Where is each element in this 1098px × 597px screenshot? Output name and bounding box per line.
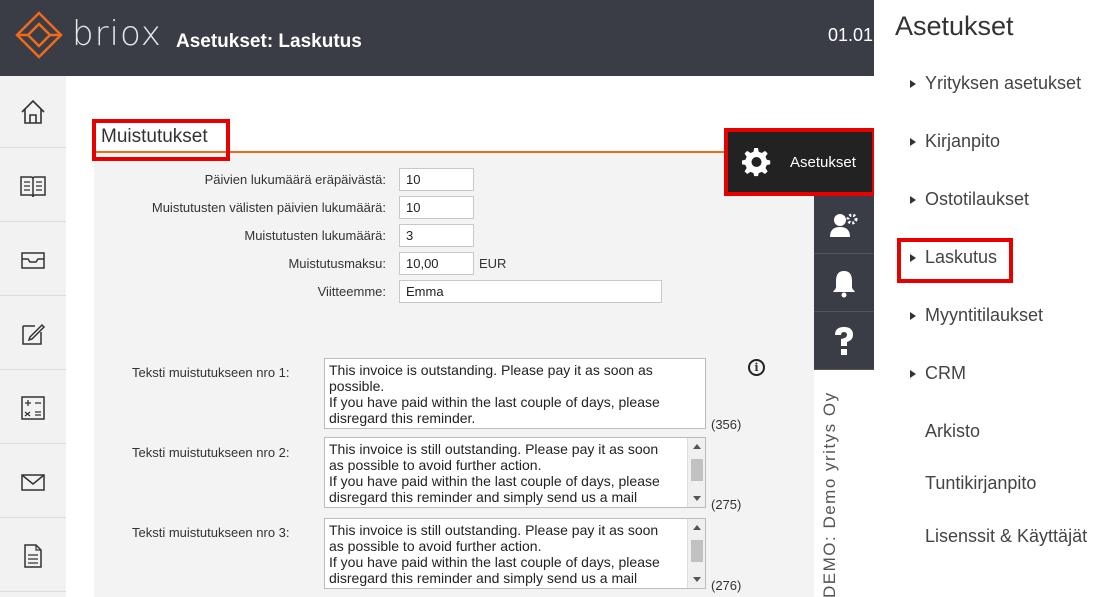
book-icon <box>20 175 46 197</box>
settings-menu: Asetukset Yrityksen asetukset Kirjanpito… <box>874 0 1098 597</box>
fee-input[interactable] <box>399 252 474 275</box>
text-line: disregard this reminder and simply send … <box>329 489 638 505</box>
text-line: This invoice is still outstanding. Pleas… <box>329 522 659 538</box>
reminder-text-2-count: (275) <box>711 497 742 512</box>
document-icon <box>24 543 42 568</box>
fee-unit: EUR <box>479 256 507 271</box>
notifications-button[interactable] <box>814 254 874 312</box>
menu-item-accounting[interactable]: Kirjanpito <box>925 131 1000 152</box>
help-button[interactable] <box>814 312 874 370</box>
fee-label: Muistutusmaksu: <box>288 256 386 271</box>
nav-home[interactable] <box>0 76 66 148</box>
menu-item-time-tracking[interactable]: Tuntikirjanpito <box>925 473 1036 494</box>
page-title: Asetukset: Laskutus <box>176 31 362 52</box>
left-nav <box>0 76 66 597</box>
menu-item-crm[interactable]: CRM <box>925 363 966 384</box>
text-line: If you have paid within the last couple … <box>329 554 660 570</box>
reminder-text-3-label: Teksti muistutukseen nro 3: <box>132 525 290 540</box>
nav-inbox[interactable] <box>0 224 66 296</box>
caret-right-icon <box>910 196 916 204</box>
menu-item-purchase-orders[interactable]: Ostotilaukset <box>925 189 1029 210</box>
reminder-text-1-textarea[interactable]: This invoice is outstanding. Please pay … <box>324 358 706 429</box>
gear-icon <box>742 147 771 177</box>
reminder-text-2-textarea[interactable]: This invoice is still outstanding. Pleas… <box>324 437 706 508</box>
info-icon[interactable]: i <box>748 359 765 376</box>
reminder-text-1-label: Teksti muistutukseen nro 1: <box>132 365 290 380</box>
text-line: If you have paid within the last couple … <box>329 473 660 489</box>
nav-accounting[interactable] <box>0 150 66 222</box>
reminder-count-input[interactable] <box>399 224 474 247</box>
scrollbar[interactable] <box>687 438 705 507</box>
company-name: DEMO: Demo yritys Oy <box>820 391 839 597</box>
calculator-icon <box>21 395 45 420</box>
text-line: as possible to avoid further action. <box>329 538 542 554</box>
text-line: disregard this reminder. <box>329 410 476 426</box>
reference-label: Viitteemme: <box>317 284 386 299</box>
nav-mail[interactable] <box>0 446 66 518</box>
caret-right-icon <box>910 370 916 378</box>
caret-right-icon <box>910 80 916 88</box>
mail-icon <box>21 473 45 491</box>
nav-documents[interactable] <box>0 520 66 592</box>
days-between-input[interactable] <box>399 196 474 219</box>
reminder-text-3-count: (276) <box>711 578 742 593</box>
users-settings-button[interactable] <box>814 196 874 254</box>
caret-right-icon <box>910 312 916 320</box>
date-display: 01.01 <box>828 25 874 45</box>
briox-logo-icon[interactable] <box>14 10 64 60</box>
days-between-label: Muistutusten välisten päivien lukumäärä: <box>151 200 386 215</box>
text-line: This invoice is outstanding. Please pay … <box>329 362 653 378</box>
text-line: This invoice is still outstanding. Pleas… <box>329 441 659 457</box>
highlight-box <box>92 119 230 161</box>
inbox-icon <box>21 251 45 269</box>
menu-item-archive[interactable]: Arkisto <box>925 421 980 442</box>
brand-name: briox <box>72 14 162 54</box>
caret-right-icon <box>910 138 916 146</box>
text-line: If you have paid within the last couple … <box>329 394 660 410</box>
menu-item-company-settings[interactable]: Yrityksen asetukset <box>925 73 1081 94</box>
users-gear-icon <box>830 213 858 237</box>
settings-button-label: Asetukset <box>790 153 856 171</box>
home-icon <box>21 99 45 124</box>
top-bar: briox Asetukset: Laskutus 01.01 <box>0 0 874 76</box>
reminder-count-label: Muistutusten lukumäärä: <box>244 228 386 243</box>
text-line: as possible to avoid further action. <box>329 457 542 473</box>
settings-menu-title: Asetukset <box>895 11 1014 41</box>
text-line: disregard this reminder and simply send … <box>329 570 638 586</box>
highlight-box <box>897 238 1013 283</box>
reminder-text-2-label: Teksti muistutukseen nro 2: <box>132 445 290 460</box>
bell-icon <box>833 270 855 297</box>
edit-icon <box>22 323 46 345</box>
reminder-text-1-count: (356) <box>711 417 742 432</box>
text-line: possible. <box>329 378 385 394</box>
days-after-due-label: Päivien lukumäärä eräpäivästä: <box>204 172 386 187</box>
reminder-text-3-textarea[interactable]: This invoice is still outstanding. Pleas… <box>324 518 706 589</box>
nav-calculator[interactable] <box>0 372 66 444</box>
settings-button[interactable]: Asetukset <box>724 128 876 196</box>
reference-input[interactable] <box>399 280 662 303</box>
menu-item-sales-orders[interactable]: Myyntitilaukset <box>925 305 1043 326</box>
menu-item-licenses-users[interactable]: Lisenssit & Käyttäjät <box>925 526 1087 547</box>
question-icon <box>835 326 853 355</box>
nav-edit[interactable] <box>0 298 66 370</box>
days-after-due-input[interactable] <box>399 168 474 191</box>
scrollbar[interactable] <box>687 519 705 588</box>
